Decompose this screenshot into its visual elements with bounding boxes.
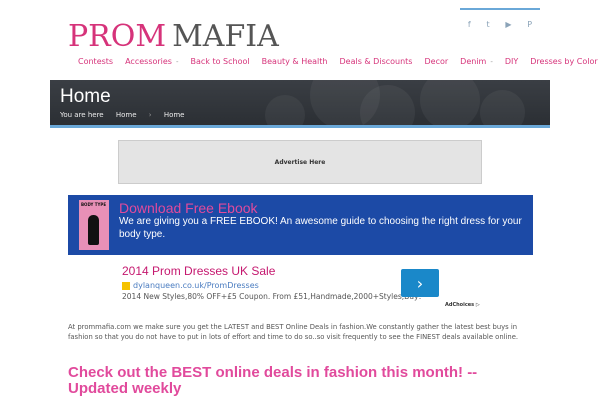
breadcrumb-separator-icon: › (148, 111, 152, 119)
youtube-icon[interactable]: ▶ (505, 20, 511, 29)
breadcrumb-current: Home (163, 111, 185, 119)
facebook-icon[interactable]: f (468, 20, 471, 29)
breadcrumb-home-link[interactable]: Home (116, 111, 137, 119)
nav-item-deals-discounts[interactable]: Deals & Discounts (333, 57, 418, 66)
nav-item-diy[interactable]: DIY (499, 57, 524, 66)
nav-item-accessories[interactable]: Accessories - (119, 57, 184, 66)
adchoices-link[interactable]: AdChoices ▷ (445, 302, 480, 308)
chevron-right-icon: › (416, 273, 424, 293)
ebook-banner[interactable]: BODY TYPE Download Free Ebook We are giv… (68, 195, 533, 255)
pinterest-icon[interactable]: P (527, 20, 532, 29)
dropdown-icon: - (490, 58, 493, 66)
nav-item-back-to-school[interactable]: Back to School (185, 57, 256, 66)
intro-paragraph: At prommafia.com we make sure you get th… (68, 323, 519, 341)
advertiser-icon (122, 281, 130, 290)
site-logo[interactable]: PROM MAFIA (68, 20, 279, 54)
page-title: Home (60, 86, 111, 107)
ad-title-link[interactable]: 2014 Prom Dresses UK Sale (122, 264, 275, 278)
advertise-banner[interactable]: Advertise Here (118, 140, 482, 184)
logo-mafia-text: MAFIA (172, 19, 279, 54)
site-header: PROM MAFIA f t ▶ P Contests Accessories - … (50, 0, 598, 80)
ebook-description: We are giving you a FREE EBOOK! An aweso… (119, 216, 522, 240)
ebook-title[interactable]: Download Free Ebook (119, 200, 258, 216)
logo-prom-text: PROM (68, 19, 167, 54)
ad-description: 2014 New Styles,80% OFF+£5 Coupon. From … (122, 292, 422, 301)
silhouette-icon (88, 215, 99, 245)
main-nav: Contests Accessories - Back to School Bea… (72, 57, 600, 66)
dropdown-icon: - (175, 58, 179, 66)
breadcrumb-prefix: You are here (60, 111, 104, 119)
page-banner: Home You are here Home › Home (50, 80, 550, 128)
breadcrumb: You are here Home › Home (60, 111, 194, 119)
nav-item-dresses-by-color[interactable]: Dresses by Color- (524, 57, 600, 66)
advertise-label: Advertise Here (274, 158, 326, 166)
ad-url-link[interactable]: dylanqueen.co.uk/PromDresses (122, 281, 259, 290)
ad-go-button[interactable]: › (401, 269, 439, 297)
ebook-cover-image: BODY TYPE (79, 200, 109, 250)
social-links: f t ▶ P (460, 8, 540, 29)
section-headline: Check out the BEST online deals in fashi… (68, 364, 478, 397)
nav-item-denim[interactable]: Denim - (454, 57, 499, 66)
nav-item-beauty-health[interactable]: Beauty & Health (256, 57, 334, 66)
google-ad: 2014 Prom Dresses UK Sale dylanqueen.co.… (120, 262, 485, 312)
twitter-icon[interactable]: t (486, 20, 489, 29)
nav-item-decor[interactable]: Decor (418, 57, 454, 66)
ebook-cover-title: BODY TYPE (81, 202, 107, 207)
nav-item-contests[interactable]: Contests (72, 57, 119, 66)
